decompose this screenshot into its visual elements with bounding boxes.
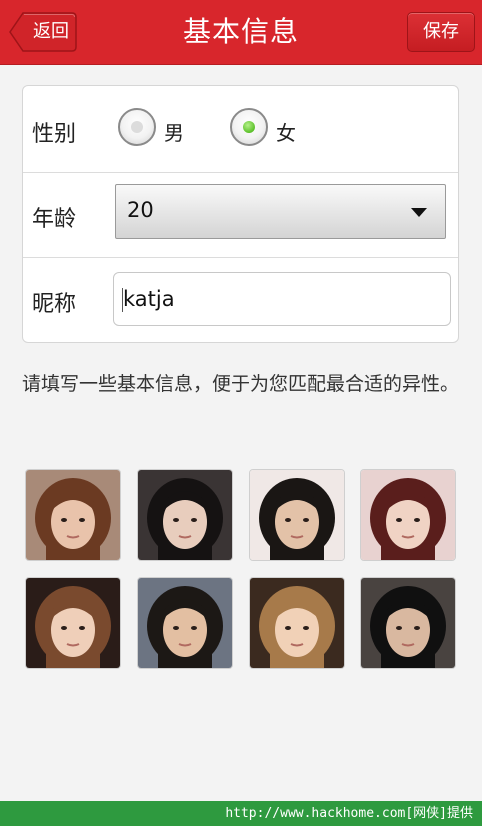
gender-male-label[interactable]: 男 [164, 117, 184, 146]
profile-photo[interactable] [25, 577, 121, 669]
age-label: 年龄 [32, 207, 77, 232]
gender-female-radio[interactable] [230, 108, 268, 146]
face-photo-icon [250, 470, 344, 560]
profile-photo[interactable] [249, 577, 345, 669]
face-photo-icon [138, 578, 232, 668]
nickname-input-value: katja [123, 287, 175, 311]
dropdown-arrow-icon [411, 208, 427, 217]
profile-photo[interactable] [249, 469, 345, 561]
gender-row: 性别 男 女 [23, 86, 458, 172]
profile-photo[interactable] [25, 469, 121, 561]
nickname-input[interactable]: katja [113, 272, 451, 326]
profile-photo[interactable] [137, 469, 233, 561]
header-bar: 返回 基本信息 保存 [0, 0, 482, 65]
nickname-label: 昵称 [32, 292, 77, 317]
radio-checked-icon [243, 121, 255, 133]
info-text: 请填写一些基本信息，便于为您匹配最合适的异性。 [22, 373, 460, 395]
face-photo-icon [250, 578, 344, 668]
nickname-row: 昵称 katja [23, 257, 458, 343]
gender-label: 性别 [32, 122, 77, 147]
radio-unchecked-icon [131, 121, 143, 133]
face-photo-icon [361, 470, 455, 560]
age-select-value: 20 [127, 198, 154, 222]
face-photo-icon [361, 578, 455, 668]
profile-photo[interactable] [360, 577, 456, 669]
age-row: 年龄 20 [23, 172, 458, 258]
save-button[interactable]: 保存 [407, 12, 475, 52]
age-select[interactable]: 20 [115, 184, 446, 239]
face-photo-icon [138, 470, 232, 560]
watermark-bar: http://www.hackhome.com[网侠]提供 [0, 801, 482, 826]
profile-photo[interactable] [137, 577, 233, 669]
profile-photo[interactable] [360, 469, 456, 561]
face-photo-icon [26, 470, 120, 560]
gender-male-radio[interactable] [118, 108, 156, 146]
basic-info-form: 性别 男 女 年龄 20 昵称 katja [22, 85, 459, 343]
text-cursor [122, 288, 123, 312]
face-photo-icon [26, 578, 120, 668]
watermark-text: http://www.hackhome.com[网侠]提供 [225, 806, 473, 821]
gender-female-label[interactable]: 女 [276, 117, 296, 146]
